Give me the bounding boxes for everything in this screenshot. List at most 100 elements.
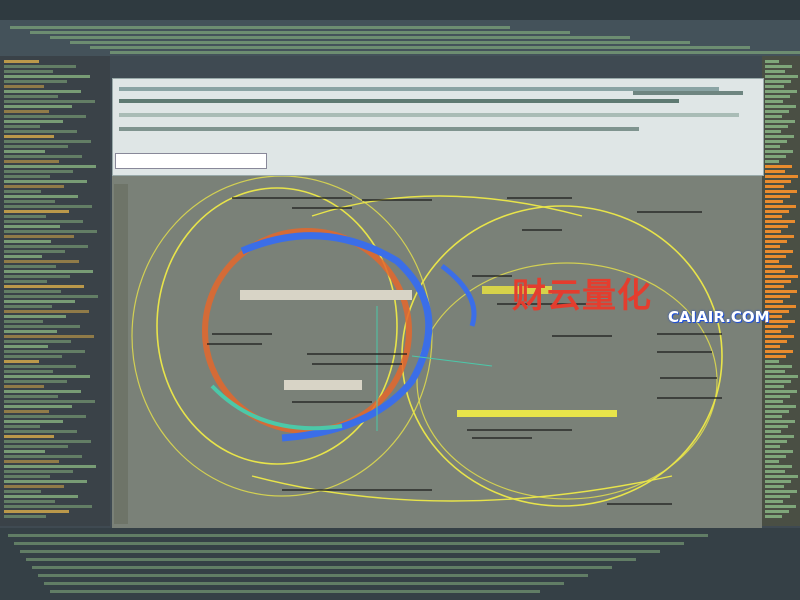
- code-line: [765, 515, 782, 518]
- code-line: [4, 485, 64, 488]
- code-line: [4, 215, 46, 218]
- code-line: [765, 110, 789, 113]
- yellow-ring-left-outer: [131, 176, 433, 497]
- code-line: [765, 415, 782, 418]
- code-line: [765, 85, 784, 88]
- code-line: [4, 185, 64, 188]
- code-line: [765, 205, 796, 208]
- window-line: [633, 91, 743, 95]
- code-line: [4, 250, 65, 253]
- code-line: [4, 510, 69, 513]
- code-line: [765, 440, 787, 443]
- footer-line: [32, 566, 612, 569]
- code-line: [4, 345, 48, 348]
- orange-ring: [202, 228, 412, 434]
- code-line: [4, 350, 85, 353]
- code-line: [4, 245, 88, 248]
- code-line: [4, 490, 41, 493]
- code-line: [765, 200, 783, 203]
- code-line: [765, 410, 789, 413]
- code-line: [765, 185, 784, 188]
- code-line: [765, 250, 793, 253]
- code-line: [765, 365, 792, 368]
- code-line: [4, 455, 82, 458]
- code-line: [4, 170, 73, 173]
- code-line: [765, 65, 792, 68]
- code-line: [765, 80, 791, 83]
- code-line: [4, 335, 94, 338]
- code-pane-left[interactable]: [0, 56, 110, 526]
- code-line: [4, 380, 67, 383]
- code-line: [4, 135, 54, 138]
- code-line: [4, 325, 80, 328]
- teal-ring-arc: [210, 384, 343, 431]
- code-line: [765, 220, 795, 223]
- code-line: [4, 105, 72, 108]
- code-line: [4, 80, 67, 83]
- code-line: [4, 235, 74, 238]
- code-line: [4, 210, 69, 213]
- code-line: [4, 465, 96, 468]
- code-line: [4, 435, 54, 438]
- window-line: [119, 87, 719, 91]
- code-line: [4, 290, 61, 293]
- code-line: [4, 460, 59, 463]
- code-line: [765, 210, 789, 213]
- code-line: [765, 330, 781, 333]
- code-line: [4, 440, 91, 443]
- code-line: [765, 375, 798, 378]
- code-line: [4, 355, 62, 358]
- label-bar: [457, 410, 617, 417]
- code-line: [765, 150, 793, 153]
- code-line: [4, 295, 98, 298]
- code-line: [4, 475, 50, 478]
- code-line: [4, 90, 81, 93]
- code-line: [765, 215, 782, 218]
- code-line: [765, 400, 783, 403]
- text-input[interactable]: [115, 153, 267, 169]
- scribble-labels: [207, 197, 722, 505]
- code-line: [4, 230, 97, 233]
- code-line: [765, 300, 783, 303]
- code-line: [765, 135, 794, 138]
- code-line: [4, 330, 57, 333]
- code-line: [4, 200, 55, 203]
- code-line: [4, 130, 77, 133]
- code-line: [4, 445, 68, 448]
- code-line: [4, 140, 91, 143]
- code-line: [4, 375, 90, 378]
- code-pane-right[interactable]: [762, 56, 800, 526]
- code-line: [4, 340, 71, 343]
- code-line: [4, 85, 44, 88]
- code-line: [765, 140, 787, 143]
- footer-line: [8, 534, 708, 537]
- code-line: [4, 270, 93, 273]
- code-line: [4, 385, 44, 388]
- code-line: [4, 240, 51, 243]
- code-line: [765, 100, 783, 103]
- code-line: [765, 350, 793, 353]
- code-line: [4, 360, 39, 363]
- code-line: [4, 155, 82, 158]
- code-line: [765, 255, 786, 258]
- code-line: [4, 190, 41, 193]
- code-line: [765, 60, 779, 63]
- code-line: [765, 385, 784, 388]
- code-line: [765, 510, 789, 513]
- code-line: [765, 275, 798, 278]
- code-line: [4, 175, 50, 178]
- code-line: [765, 500, 783, 503]
- code-line: [765, 420, 795, 423]
- code-line: [765, 355, 786, 358]
- code-line: [765, 115, 782, 118]
- code-line: [4, 205, 92, 208]
- code-line: [765, 125, 788, 128]
- code-line: [765, 245, 780, 248]
- code-line: [765, 240, 787, 243]
- code-line: [4, 365, 76, 368]
- yellow-arc-top: [311, 195, 583, 217]
- code-line: [4, 285, 84, 288]
- code-line: [4, 505, 92, 508]
- code-line: [765, 430, 781, 433]
- code-line: [4, 320, 43, 323]
